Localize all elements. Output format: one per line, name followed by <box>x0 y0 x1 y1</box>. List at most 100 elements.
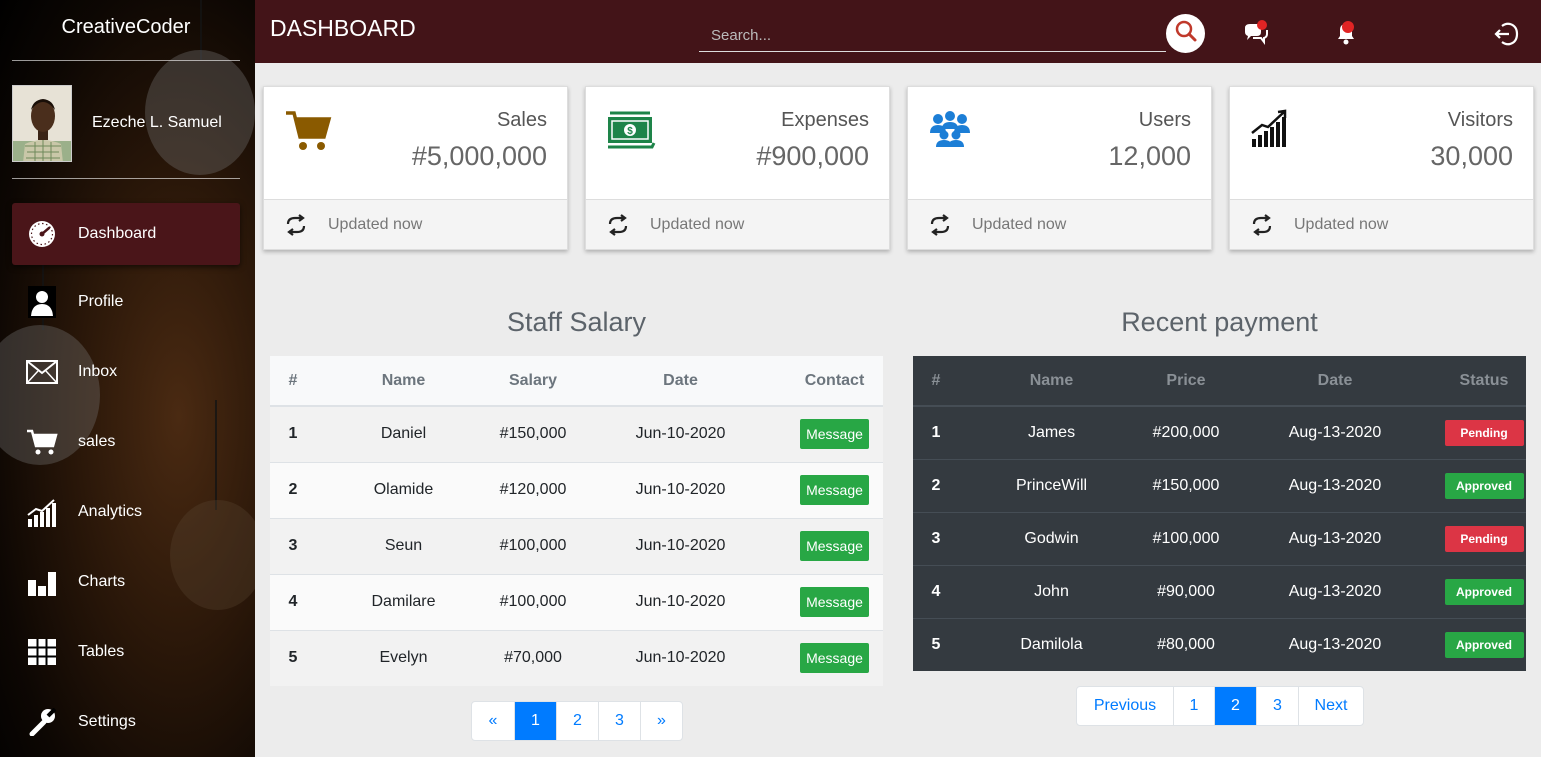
brand-name[interactable]: CreativeCoder <box>0 16 252 39</box>
payer-name: John <box>959 564 1144 618</box>
payment-date: Aug-13-2020 <box>1228 458 1442 512</box>
search-button[interactable] <box>1166 14 1205 53</box>
salary-date: Jun-10-2020 <box>575 405 786 462</box>
payer-name: Godwin <box>959 511 1144 565</box>
users-icon <box>928 109 972 154</box>
staff-name: Evelyn <box>316 629 491 686</box>
bar-chart-icon <box>24 566 60 598</box>
column-header: # <box>913 356 959 407</box>
divider <box>12 60 240 61</box>
card-footer-text: Updated now <box>1294 215 1389 233</box>
column-header: Salary <box>491 356 575 407</box>
staff-name: Damilare <box>316 573 491 630</box>
card-footer: Updated now <box>908 199 1211 249</box>
status-badge: Approved <box>1444 472 1524 499</box>
table-row: 5 Evelyn #70,000 Jun-10-2020 Message <box>270 629 883 686</box>
sidebar-item-analytics[interactable]: Analytics <box>12 481 240 543</box>
pagination-page[interactable]: 3 <box>1256 687 1298 725</box>
salary-date: Jun-10-2020 <box>575 517 786 574</box>
refresh-icon[interactable] <box>928 213 952 236</box>
pagination-next[interactable]: Next <box>1298 687 1363 725</box>
row-number: 2 <box>913 458 959 512</box>
speedometer-icon <box>24 218 60 250</box>
column-header: Date <box>575 356 786 407</box>
money-icon: $ <box>606 109 656 156</box>
card-label: Expenses <box>781 109 869 131</box>
column-header: Name <box>316 356 491 407</box>
staff-name: Daniel <box>316 405 491 462</box>
avatar[interactable] <box>12 85 72 162</box>
top-header: DASHBOARD <box>255 0 1541 63</box>
payer-name: Damilola <box>959 617 1144 671</box>
staff-salary-title: Staff Salary <box>506 307 647 337</box>
recent-payment-title: Recent payment <box>1121 307 1318 337</box>
message-button[interactable]: Message <box>800 643 869 674</box>
row-number: 1 <box>913 405 959 459</box>
sidebar-item-charts[interactable]: Charts <box>12 551 240 613</box>
message-button[interactable]: Message <box>800 587 869 617</box>
pagination-page[interactable]: 3 <box>598 702 640 740</box>
sidebar-item-label: Profile <box>78 293 124 310</box>
staff-salary: #100,000 <box>491 517 575 574</box>
pagination-prev[interactable]: « <box>472 702 514 740</box>
card-label: Visitors <box>1447 109 1513 131</box>
table-row: 2 Olamide #120,000 Jun-10-2020 Message <box>270 461 883 518</box>
row-number: 3 <box>270 517 316 574</box>
sidebar-item-tables[interactable]: Tables <box>12 621 240 683</box>
logout-icon[interactable] <box>1493 21 1519 47</box>
page-title: DASHBOARD <box>270 15 416 41</box>
table-row: 2 PrinceWill #150,000 Aug-13-2020 Approv… <box>913 458 1526 512</box>
recent-payment-pagination: Previous 1 2 3 Next <box>1076 686 1364 726</box>
card-footer-text: Updated now <box>328 215 423 233</box>
message-button[interactable]: Message <box>800 475 869 505</box>
sidebar: CreativeCoder Ezeche L. Samuel Dashboard… <box>0 0 255 757</box>
staff-salary-table: # Name Salary Date Contact 1 Daniel #150… <box>270 356 883 686</box>
status-badge: Approved <box>1444 578 1524 605</box>
chat-icon[interactable] <box>1243 20 1269 46</box>
wrench-icon <box>24 706 60 738</box>
sidebar-item-label: sales <box>78 433 116 450</box>
expenses-card[interactable]: $ Expenses #900,000 Updated now <box>585 86 890 250</box>
divider <box>12 178 240 179</box>
payment-price: #150,000 <box>1144 458 1228 512</box>
refresh-icon[interactable] <box>284 213 308 236</box>
payment-price: #200,000 <box>1144 405 1228 459</box>
sidebar-item-label: Charts <box>78 573 126 590</box>
pagination-page[interactable]: 2 <box>556 702 598 740</box>
visitors-card[interactable]: Visitors 30,000 Updated now <box>1229 86 1534 250</box>
refresh-icon[interactable] <box>606 213 630 236</box>
contact-cell: Message <box>786 461 883 518</box>
table-row: 5 Damilola #80,000 Aug-13-2020 Approved <box>913 617 1526 671</box>
pagination-prev[interactable]: Previous <box>1077 687 1173 725</box>
staff-salary: #70,000 <box>491 629 575 686</box>
status-cell: Pending <box>1442 405 1526 459</box>
search-input[interactable] <box>699 20 1166 52</box>
contact-cell: Message <box>786 573 883 630</box>
row-number: 4 <box>270 573 316 630</box>
pagination-page[interactable]: 2 <box>1214 687 1256 725</box>
contact-cell: Message <box>786 517 883 574</box>
sidebar-item-dashboard[interactable]: Dashboard <box>12 203 240 265</box>
card-value: #5,000,000 <box>411 141 547 171</box>
bell-icon[interactable] <box>1333 20 1359 46</box>
payment-price: #100,000 <box>1144 511 1228 565</box>
sidebar-item-label: Analytics <box>78 503 143 520</box>
sales-card[interactable]: Sales #5,000,000 Updated now <box>263 86 568 250</box>
sidebar-item-profile[interactable]: Profile <box>12 271 240 333</box>
pagination-next[interactable]: » <box>640 702 682 740</box>
contact-cell: Message <box>786 405 883 462</box>
column-header: Date <box>1228 356 1442 407</box>
card-value: #900,000 <box>756 141 869 171</box>
refresh-icon[interactable] <box>1250 213 1274 236</box>
pagination-page[interactable]: 1 <box>1173 687 1214 725</box>
recent-payment-table: # Name Price Date Status 1 James #200,00… <box>913 356 1526 671</box>
users-card[interactable]: Users 12,000 Updated now <box>907 86 1212 250</box>
sidebar-item-sales[interactable]: sales <box>12 411 240 473</box>
message-button[interactable]: Message <box>800 531 869 561</box>
sidebar-item-settings[interactable]: Settings <box>12 691 240 753</box>
table-row: 4 Damilare #100,000 Jun-10-2020 Message <box>270 573 883 630</box>
sidebar-item-inbox[interactable]: Inbox <box>12 341 240 403</box>
card-footer: Updated now <box>586 199 889 249</box>
pagination-page[interactable]: 1 <box>514 702 556 740</box>
message-button[interactable]: Message <box>800 419 869 450</box>
